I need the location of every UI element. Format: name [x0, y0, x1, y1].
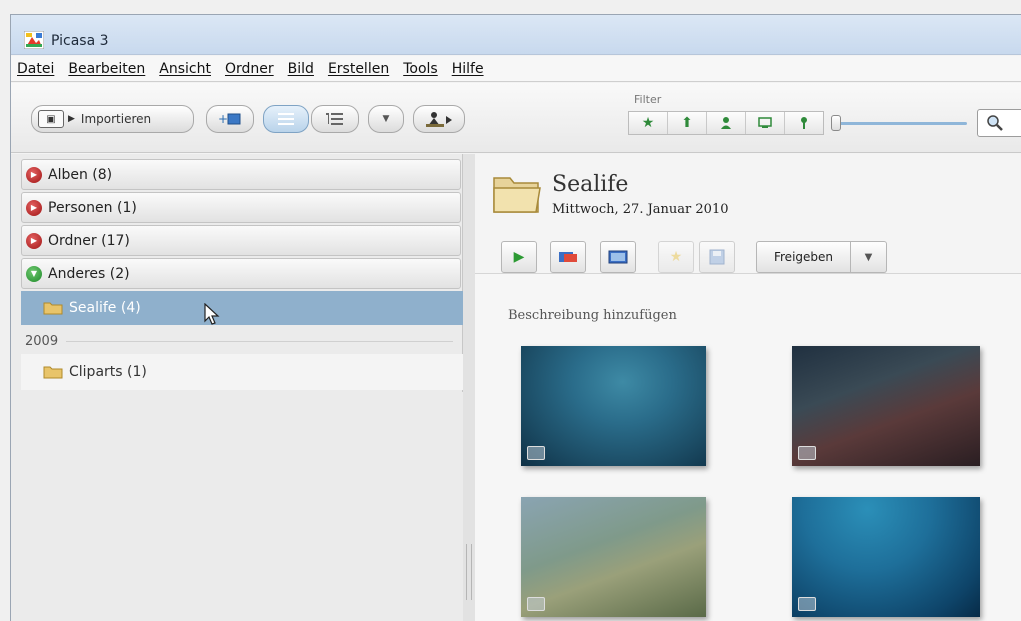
menu-bearbeiten[interactable]: Bearbeiten — [68, 61, 145, 77]
tree-empty-area — [21, 392, 463, 621]
arrow-right-icon: ▶ — [68, 114, 75, 124]
photo-thumbnail[interactable] — [521, 346, 706, 466]
star-icon: ★ — [669, 249, 683, 265]
folder-item-sealife[interactable]: Sealife (4) — [21, 291, 463, 325]
chevron-down-icon: ▼ — [864, 251, 873, 263]
toolbar: ▣ ▶ Importieren + ▼ Filter ★ ⬆ — [11, 83, 1021, 153]
upload-arrow-icon: ⬆ — [681, 115, 693, 131]
camera-import-icon: ▣ — [38, 110, 64, 128]
filter-starred-button[interactable]: ★ — [629, 112, 668, 134]
chevron-down-icon: ▼ — [382, 114, 390, 124]
person-icon — [721, 117, 731, 129]
video-icon — [798, 597, 816, 611]
album-view: Sealife Mittwoch, 27. Januar 2010 ▶ ★ Fr… — [475, 154, 1021, 621]
group-label: Anderes (2) — [48, 265, 130, 282]
photo-thumbnail[interactable] — [792, 346, 980, 466]
photo-thumbnail[interactable] — [521, 497, 706, 617]
share-dropdown-button[interactable]: ▼ — [851, 241, 887, 273]
star-icon: ★ — [641, 115, 655, 131]
film-icon — [608, 250, 628, 264]
group-folders[interactable]: ▶ Ordner (17) — [21, 225, 461, 256]
play-icon: ▶ — [513, 249, 525, 265]
filter-bar: ★ ⬆ — [628, 111, 824, 135]
star-button[interactable]: ★ — [658, 241, 694, 273]
divider-line — [66, 340, 453, 342]
menu-erstellen[interactable]: Erstellen — [328, 61, 389, 77]
tree-view-icon — [326, 113, 343, 125]
video-icon — [527, 597, 545, 611]
menu-ordner[interactable]: Ordner — [225, 61, 274, 77]
expand-arrow-icon[interactable]: ▶ — [26, 166, 42, 183]
year-label: 2009 — [25, 333, 59, 349]
album-title: Sealife — [552, 172, 629, 197]
folder-icon — [493, 177, 541, 213]
menu-datei[interactable]: Datei — [17, 61, 54, 77]
collage-icon — [559, 252, 577, 262]
import-label: Importieren — [80, 112, 152, 126]
filter-uploaded-button[interactable]: ⬆ — [668, 112, 707, 134]
filter-faces-button[interactable] — [707, 112, 746, 134]
save-button[interactable] — [699, 241, 735, 273]
view-options-dropdown[interactable]: ▼ — [368, 105, 404, 133]
picasa-logo-icon — [24, 31, 44, 49]
video-icon — [798, 446, 816, 460]
filter-slider-thumb[interactable] — [831, 115, 841, 131]
movie-icon — [758, 117, 772, 128]
mouse-cursor-icon — [204, 303, 220, 325]
movie-button[interactable] — [600, 241, 636, 273]
folder-icon — [43, 366, 63, 379]
library-tree: ▶ Alben (8) ▶ Personen (1) ▶ Ordner (17)… — [11, 154, 463, 621]
group-other[interactable]: ▼ Anderes (2) — [21, 258, 461, 289]
slideshow-button[interactable]: ▶ — [501, 241, 537, 273]
search-icon — [987, 115, 1003, 131]
list-view-icon — [278, 113, 294, 125]
group-persons[interactable]: ▶ Personen (1) — [21, 192, 461, 223]
expand-arrow-icon[interactable]: ▶ — [26, 232, 42, 249]
filter-label: Filter — [634, 93, 662, 106]
menu-bild[interactable]: Bild — [288, 61, 314, 77]
picasa-window: Picasa 3 Datei Bearbeiten Ansicht Ordner… — [10, 14, 1021, 621]
album-header: Sealife Mittwoch, 27. Januar 2010 ▶ ★ Fr… — [475, 154, 1021, 274]
share-button[interactable]: Freigeben — [756, 241, 851, 273]
photo-thumbnail[interactable] — [792, 497, 980, 617]
menu-tools[interactable]: Tools — [403, 61, 438, 77]
year-divider: 2009 — [25, 331, 461, 351]
menu-ansicht[interactable]: Ansicht — [159, 61, 211, 77]
video-icon — [527, 446, 545, 460]
group-albums[interactable]: ▶ Alben (8) — [21, 159, 461, 190]
group-label: Alben (8) — [48, 166, 113, 183]
folder-item-cliparts[interactable]: Cliparts (1) — [21, 354, 463, 390]
list-view-button[interactable] — [263, 105, 309, 133]
expand-arrow-icon[interactable]: ▶ — [26, 199, 42, 216]
menu-hilfe[interactable]: Hilfe — [452, 61, 484, 77]
floppy-disk-icon — [709, 249, 725, 265]
filter-movies-button[interactable] — [746, 112, 785, 134]
tree-view-button[interactable] — [311, 105, 359, 133]
add-album-icon: + — [218, 112, 241, 126]
group-label: Personen (1) — [48, 199, 137, 216]
folder-label: Cliparts (1) — [69, 364, 147, 380]
filter-slider-track[interactable] — [837, 122, 967, 125]
upload-button[interactable] — [413, 105, 465, 133]
map-pin-icon — [801, 117, 807, 129]
folder-label: Sealife (4) — [69, 300, 141, 316]
window-title: Picasa 3 — [51, 33, 109, 49]
menu-bar: Datei Bearbeiten Ansicht Ordner Bild Ers… — [11, 56, 1021, 82]
album-date: Mittwoch, 27. Januar 2010 — [552, 202, 729, 217]
collapse-arrow-icon[interactable]: ▼ — [26, 265, 42, 282]
pane-splitter[interactable] — [463, 154, 475, 621]
filter-geotag-button[interactable] — [785, 112, 823, 134]
add-description-link[interactable]: Beschreibung hinzufügen — [508, 308, 677, 323]
group-label: Ordner (17) — [48, 232, 130, 249]
add-to-album-button[interactable]: + — [206, 105, 254, 133]
upload-person-icon — [426, 112, 452, 127]
title-bar: Picasa 3 — [11, 15, 1021, 55]
search-input[interactable] — [977, 109, 1021, 137]
import-button[interactable]: ▣ ▶ Importieren — [31, 105, 194, 133]
folder-icon — [43, 302, 63, 315]
svg-text:+: + — [218, 112, 228, 126]
splitter-grip-icon[interactable] — [466, 544, 472, 600]
collage-button[interactable] — [550, 241, 586, 273]
